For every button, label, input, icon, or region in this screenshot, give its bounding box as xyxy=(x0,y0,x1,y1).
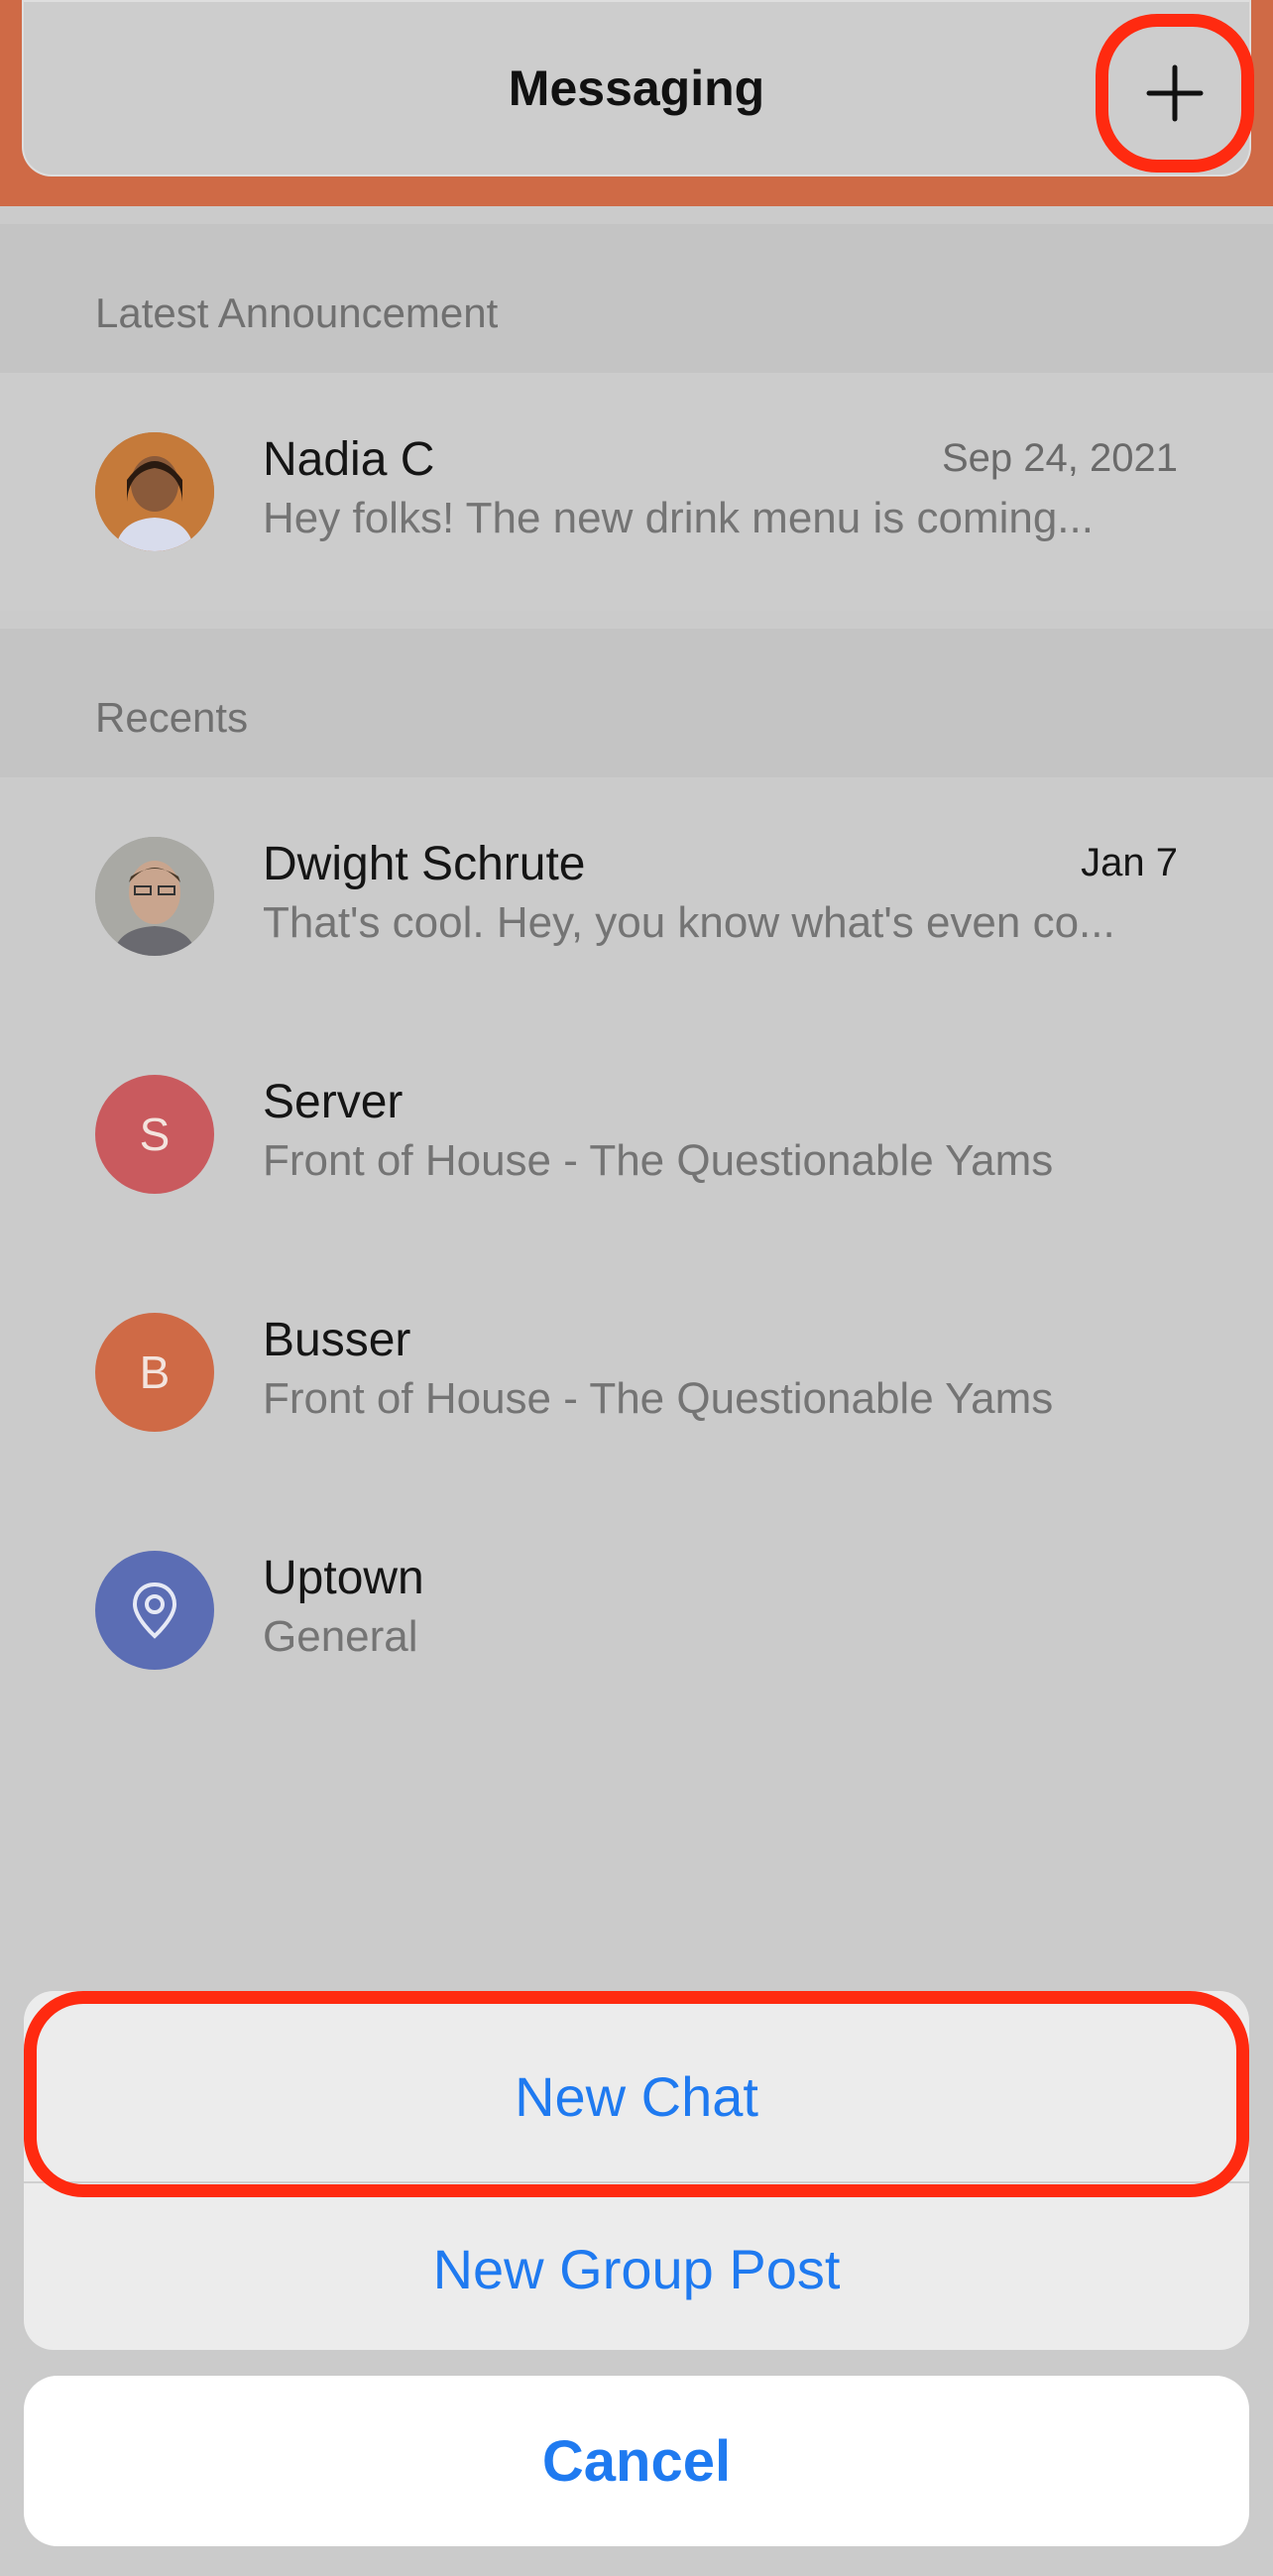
row-date: Sep 24, 2021 xyxy=(942,436,1178,480)
row-name: Busser xyxy=(263,1314,411,1366)
avatar-letter: B xyxy=(139,1347,171,1398)
list-item[interactable]: B Busser Front of House - The Questionab… xyxy=(0,1253,1273,1491)
row-name: Dwight Schrute xyxy=(263,838,586,890)
new-group-post-button[interactable]: New Group Post xyxy=(24,2183,1249,2350)
row-preview: Front of House - The Questionable Yams xyxy=(263,1136,1054,1185)
avatar: B xyxy=(95,1313,214,1432)
row-preview: Hey folks! The new drink menu is coming.… xyxy=(263,494,1094,542)
cancel-button[interactable]: Cancel xyxy=(24,2376,1249,2546)
row-preview: General xyxy=(263,1612,418,1661)
section-header-recents: Recents xyxy=(0,629,1273,777)
list-item[interactable]: S Server Front of House - The Questionab… xyxy=(0,1015,1273,1253)
location-pin-icon xyxy=(132,1581,177,1639)
list-item[interactable]: Uptown General xyxy=(0,1491,1273,1729)
avatar xyxy=(95,837,214,956)
header-bar: Messaging xyxy=(0,0,1273,206)
row-name: Server xyxy=(263,1076,404,1128)
row-preview: Front of House - The Questionable Yams xyxy=(263,1374,1054,1423)
avatar xyxy=(95,432,214,551)
section-label: Recents xyxy=(95,694,249,741)
list-item[interactable]: Dwight Schrute Jan 7 That's cool. Hey, y… xyxy=(0,777,1273,1015)
announcement-row[interactable]: Nadia C Sep 24, 2021 Hey folks! The new … xyxy=(0,373,1273,611)
avatar-letter: S xyxy=(139,1109,171,1160)
row-name: Uptown xyxy=(263,1552,424,1604)
page-title: Messaging xyxy=(508,60,765,116)
person-photo-icon xyxy=(95,837,214,956)
row-preview: That's cool. Hey, you know what's even c… xyxy=(263,898,1115,947)
add-button[interactable] xyxy=(1096,14,1254,173)
section-label: Latest Announcement xyxy=(95,290,499,336)
plus-icon xyxy=(1146,64,1204,122)
section-header-announcement: Latest Announcement xyxy=(0,224,1273,373)
person-photo-icon xyxy=(95,432,214,551)
highlight-annotation xyxy=(24,1991,1249,2197)
row-name: Nadia C xyxy=(263,433,435,486)
row-date: Jan 7 xyxy=(1081,841,1178,884)
avatar xyxy=(95,1551,214,1670)
avatar: S xyxy=(95,1075,214,1194)
